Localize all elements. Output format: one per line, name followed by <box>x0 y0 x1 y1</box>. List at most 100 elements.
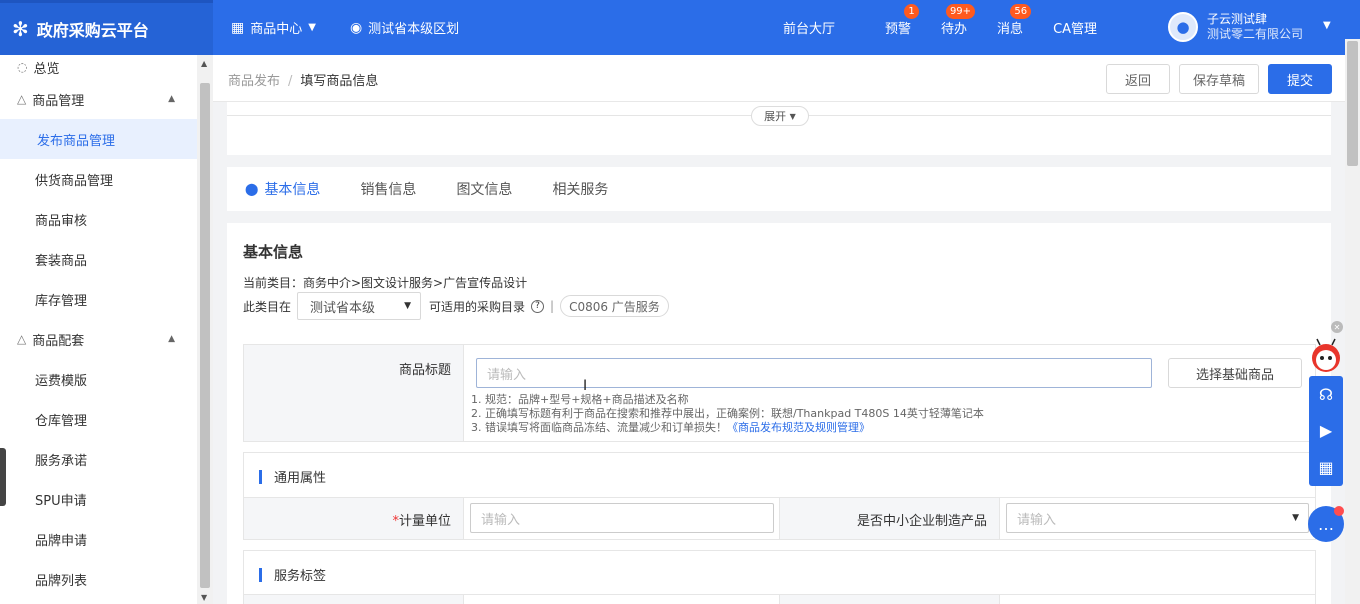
caret-up-icon: ▲ <box>168 94 175 104</box>
user-icon: ● <box>1176 18 1190 36</box>
close-icon[interactable]: ✕ <box>1331 321 1343 333</box>
expand-button[interactable]: 展开 ▼ <box>751 106 809 126</box>
sidebar-group-product-supporting[interactable]: △ 商品配套 ▲ <box>0 319 197 359</box>
left-edge-handle[interactable] <box>0 448 6 506</box>
nav-ca-management-label: CA管理 <box>1053 22 1098 37</box>
back-button[interactable]: 返回 <box>1106 64 1170 94</box>
nav-messages[interactable]: 消息 56 <box>997 4 1032 37</box>
unit-label: *计量单位 <box>244 498 464 539</box>
location-pin-icon: ⬤ <box>245 182 259 196</box>
sidebar-item-label: 发布商品管理 <box>37 133 116 149</box>
title-hint-2: 2. 正确填写标题有利于商品在搜索和推荐中展出，正确案例：联想/Thankpad… <box>471 407 984 420</box>
sme-select[interactable]: 请输入 ▼ <box>1006 503 1309 533</box>
tab-label: 基本信息 <box>264 182 321 198</box>
bag-icon: △ <box>17 92 27 106</box>
sidebar-item-brand-list[interactable]: 品牌列表 <box>0 559 197 599</box>
unit-input[interactable]: 请输入 <box>470 503 774 533</box>
section-title-basic-info: 基本信息 <box>243 243 304 261</box>
catalog-tag[interactable]: C0806 广告服务 <box>560 295 669 317</box>
sidebar-scrollbar[interactable]: ▲ ▼ <box>197 55 213 604</box>
sidebar-item-label: 品牌申请 <box>35 533 88 549</box>
user-menu[interactable]: ● 子云测试肆 测试零二有限公司 ▼ <box>1168 12 1331 42</box>
notification-dot <box>1334 506 1344 516</box>
product-title-input[interactable]: 请输入 <box>476 358 1152 388</box>
service-tag-label-cell <box>779 595 1000 604</box>
catalog-label: 可适用的采购目录 <box>429 299 526 314</box>
caret-down-icon: ▼ <box>789 111 796 121</box>
title-hint-3: 3. 错误填写将面临商品冻结、流量减少和订单损失！《商品发布规范及规则管理》 <box>471 421 870 435</box>
sidebar-item-overview[interactable]: ◌ 总览 <box>0 55 197 79</box>
category-region-row: 此类目在 测试省本级 ▼ 可适用的采购目录 ? | C0806 广告服务 <box>243 292 669 320</box>
service-tags-title: 服务标签 <box>259 565 326 584</box>
todo-badge: 99+ <box>945 4 976 19</box>
nav-alert[interactable]: 预警 1 <box>885 4 920 37</box>
grid-icon: ▦ <box>231 19 245 36</box>
sidebar-item-bundle-products[interactable]: 套装商品 <box>0 239 197 279</box>
submit-button[interactable]: 提交 <box>1268 64 1332 94</box>
tab-basic-info[interactable]: ⬤ 基本信息 <box>245 179 320 199</box>
publish-rules-link[interactable]: 《商品发布规范及规则管理》 <box>727 421 870 434</box>
video-icon[interactable]: ▶ <box>1320 421 1332 440</box>
nav-front-hall[interactable]: 前台大厅 <box>783 18 835 37</box>
user-name: 子云测试肆 <box>1207 12 1268 26</box>
select-base-product-button[interactable]: 选择基础商品 <box>1168 358 1302 388</box>
general-attributes-title: 通用属性 <box>259 467 326 486</box>
sidebar-item-warehouse[interactable]: 仓库管理 <box>0 399 197 439</box>
page-header: 商品发布 / 填写商品信息 返回 保存草稿 提交 <box>213 55 1345 102</box>
general-attributes-box: 通用属性 *计量单位 请输入 是否中小企业制造产品 请输入 ▼ <box>243 452 1316 540</box>
headset-icon[interactable]: ☊ <box>1319 385 1333 404</box>
chat-button[interactable]: … <box>1308 506 1344 542</box>
sidebar-item-label: 服务承诺 <box>35 453 88 469</box>
region-select-value: 测试省本级 <box>310 300 376 316</box>
sidebar-item-shipping-template[interactable]: 运费模版 <box>0 359 197 399</box>
tab-sales-info[interactable]: 销售信息 <box>360 179 416 199</box>
scroll-up-icon[interactable]: ▲ <box>201 59 207 68</box>
sidebar-item-label: 供货商品管理 <box>35 173 114 189</box>
product-title-label: 商品标题 <box>244 345 464 441</box>
brand-title: 政府采购云平台 <box>36 21 149 40</box>
top-navigation-bar: ✻ 政府采购云平台 ▦ 商品中心 ▼ ◉ 测试省本级区划 前台大厅 预警 1 待… <box>0 0 1360 55</box>
location-icon: ◉ <box>349 19 363 36</box>
catalog-separator: | <box>550 299 555 313</box>
sidebar-item-label: 套装商品 <box>35 253 88 269</box>
unit-placeholder: 请输入 <box>481 512 521 528</box>
bag-icon: △ <box>17 332 27 346</box>
sidebar-item-publish-products[interactable]: 发布商品管理 <box>0 119 197 159</box>
category-in-label: 此类目在 <box>243 299 292 314</box>
sidebar-item-label: 品牌列表 <box>35 573 88 589</box>
main-scrollbar[interactable] <box>1345 39 1360 604</box>
breadcrumb-parent[interactable]: 商品发布 <box>228 74 280 89</box>
nav-front-hall-label: 前台大厅 <box>783 22 836 37</box>
tab-image-text-info[interactable]: 图文信息 <box>456 179 512 199</box>
user-company: 测试零二有限公司 <box>1207 27 1304 41</box>
nav-alert-label: 预警 <box>885 22 912 37</box>
sidebar-item-label: 商品配套 <box>32 333 85 349</box>
scroll-down-icon[interactable]: ▼ <box>201 593 207 602</box>
main-scrollbar-thumb[interactable] <box>1347 41 1358 166</box>
nav-ca-management[interactable]: CA管理 <box>1053 18 1097 37</box>
sidebar-item-supply-products[interactable]: 供货商品管理 <box>0 159 197 199</box>
mascot-icon[interactable] <box>1309 336 1343 376</box>
sidebar-item-service-commitment[interactable]: 服务承诺 <box>0 439 197 479</box>
sidebar-item-brand-apply[interactable]: 品牌申请 <box>0 519 197 559</box>
sme-label: 是否中小企业制造产品 <box>779 498 1000 539</box>
qr-code-icon[interactable]: ▦ <box>1318 458 1333 477</box>
nav-product-center[interactable]: ▦ 商品中心 ▼ <box>231 18 316 38</box>
sidebar-item-spu-apply[interactable]: SPU申请 <box>0 479 197 519</box>
sidebar-scrollbar-thumb[interactable] <box>200 83 210 588</box>
tab-label: 图文信息 <box>456 182 513 198</box>
nav-region[interactable]: ◉ 测试省本级区划 <box>349 18 459 38</box>
brand-area[interactable]: ✻ 政府采购云平台 <box>0 0 213 55</box>
service-tags-title-text: 服务标签 <box>274 569 327 584</box>
current-category: 当前类目：商务中介>图文设计服务>广告宣传品设计 <box>243 276 528 290</box>
breadcrumb: 商品发布 / 填写商品信息 <box>228 70 378 89</box>
sidebar-group-product-management[interactable]: △ 商品管理 ▲ <box>0 79 197 119</box>
tab-related-services[interactable]: 相关服务 <box>552 179 608 199</box>
region-select[interactable]: 测试省本级 ▼ <box>297 292 422 320</box>
help-icon[interactable]: ? <box>531 299 545 313</box>
sidebar-item-product-review[interactable]: 商品审核 <box>0 199 197 239</box>
sidebar-item-inventory[interactable]: 库存管理 <box>0 279 197 319</box>
nav-todo[interactable]: 待办 99+ <box>941 4 976 37</box>
save-draft-button[interactable]: 保存草稿 <box>1179 64 1259 94</box>
messages-badge: 56 <box>1010 4 1032 19</box>
